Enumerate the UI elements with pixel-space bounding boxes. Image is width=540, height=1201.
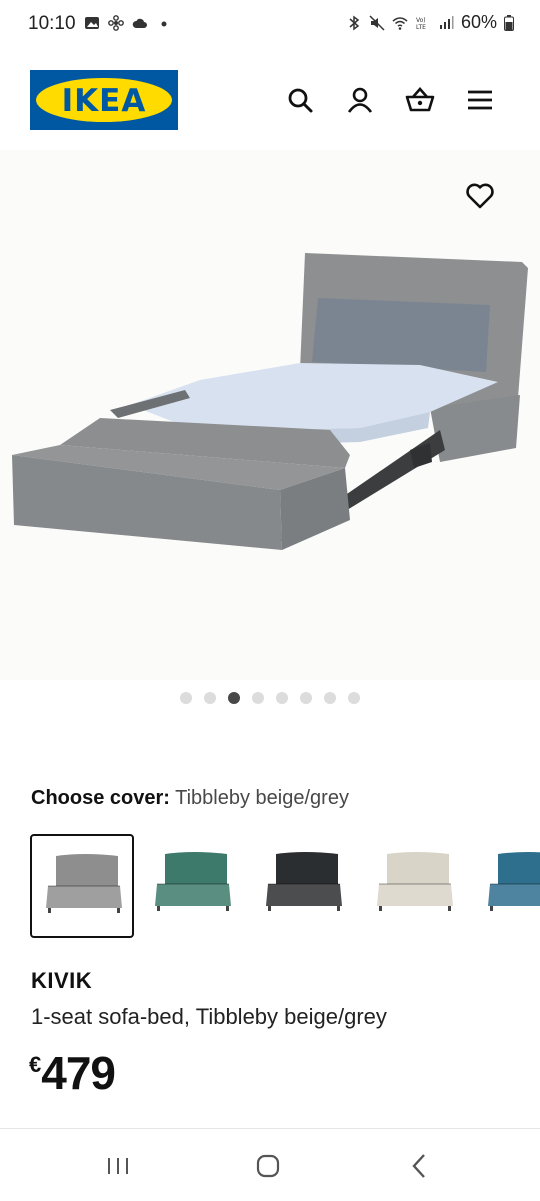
sofa-bed-image [12,253,528,550]
cover-swatch[interactable] [252,834,356,938]
svg-text:LTE: LTE [416,24,426,31]
dot-icon [161,21,167,27]
status-bar: 10:10 Vo) LTE 60% [0,0,540,50]
cloud-icon [132,18,147,28]
carousel-dot[interactable] [324,692,336,704]
product-description: 1-seat sofa-bed, Tibbleby beige/grey [31,1004,387,1029]
app-header: IKEA [0,70,540,130]
price-amount: 479 [41,1047,116,1099]
cover-selector-label: Choose cover: Tibbleby beige/grey [31,787,349,810]
basket-icon[interactable] [404,84,436,116]
cover-swatch-list [30,834,540,939]
carousel-dot[interactable] [276,692,288,704]
carousel-dot[interactable] [228,692,240,704]
cover-value: Tibbleby beige/grey [175,787,349,809]
carousel-dot[interactable] [348,692,360,704]
cover-swatch[interactable] [474,834,540,938]
favourite-heart-icon[interactable] [464,180,496,212]
home-icon[interactable] [251,1149,285,1183]
cover-swatch[interactable] [30,834,134,938]
carousel-dot[interactable] [204,692,216,704]
cover-swatch[interactable] [363,834,467,938]
chair-thumbnail [155,852,231,911]
chair-thumbnail [488,852,540,911]
signal-icon [439,15,454,29]
notification-icons [84,15,172,31]
image-icon [85,17,99,29]
system-navigation-bar [0,1128,540,1201]
price-currency: € [29,1052,42,1077]
menu-icon[interactable] [464,84,496,116]
account-icon[interactable] [344,84,376,116]
search-icon[interactable] [284,84,316,116]
product-price: €479 [29,1046,116,1100]
product-name: KIVIK [31,968,93,993]
volte-icon: Vo)LTE [416,17,426,31]
cover-swatch[interactable] [141,834,245,938]
recent-apps-icon[interactable] [101,1149,135,1183]
ikea-logo[interactable]: IKEA [30,70,178,130]
chair-thumbnail [377,852,453,911]
flower-icon [108,15,124,31]
cover-label: Choose cover: [31,787,170,809]
svg-text:Vo): Vo) [416,17,426,24]
bluetooth-icon [349,15,360,30]
back-icon[interactable] [403,1149,437,1183]
status-time: 10:10 [28,13,76,34]
battery-percent: 60% [460,12,497,32]
carousel-dot[interactable] [300,692,312,704]
system-icons: Vo) LTE 60% [346,12,514,33]
logo-text: IKEA [61,83,147,119]
chair-thumbnail [46,854,122,913]
chair-thumbnail [266,852,342,911]
product-image[interactable] [0,150,540,680]
mute-icon [369,14,385,31]
carousel-indicator[interactable] [0,692,540,704]
carousel-dot[interactable] [252,692,264,704]
carousel-dot[interactable] [180,692,192,704]
wifi-icon [392,16,408,30]
battery-icon [504,14,514,31]
